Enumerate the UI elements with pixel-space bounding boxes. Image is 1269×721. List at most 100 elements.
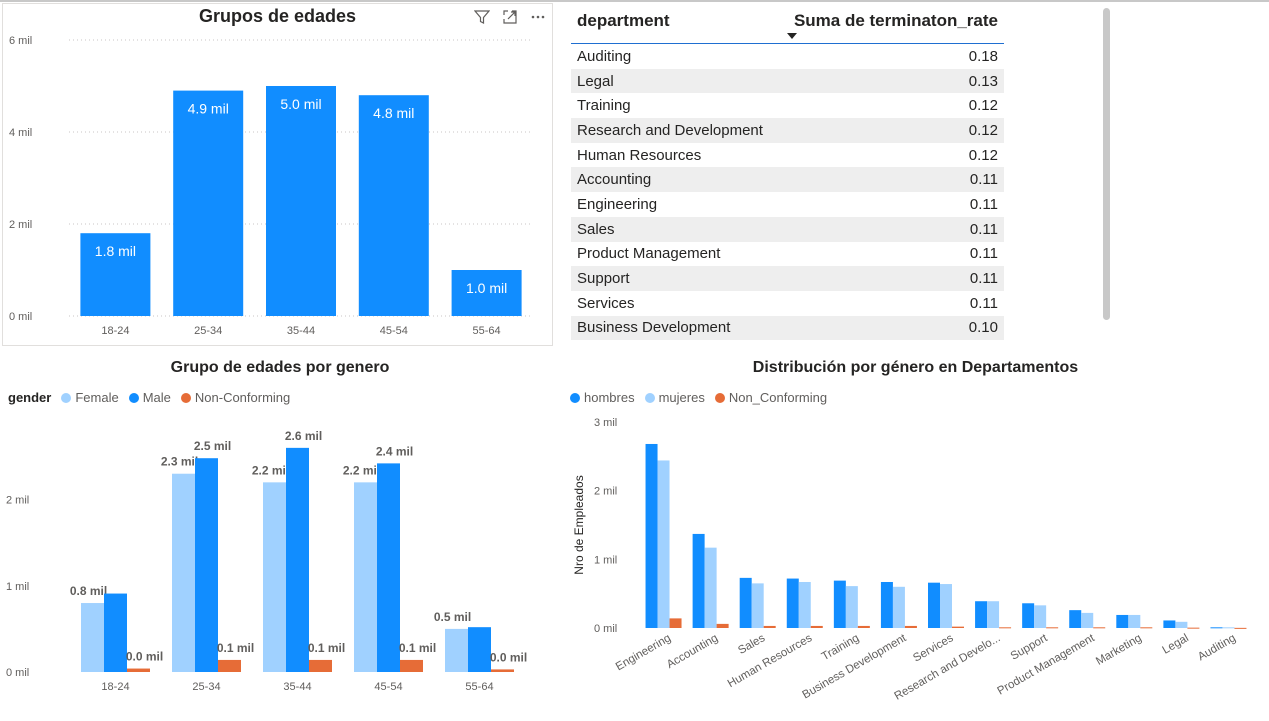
department-cell: Support bbox=[577, 270, 630, 288]
x-tick-label: 45-54 bbox=[374, 681, 402, 693]
bar-female bbox=[445, 628, 468, 672]
table-row[interactable]: Sales 0.11 bbox=[571, 216, 1004, 242]
bar-non_conforming bbox=[904, 625, 917, 628]
bar-hombres bbox=[833, 580, 846, 628]
bar-data-label: 0.0 mil bbox=[126, 650, 163, 664]
bar-hombres bbox=[1163, 620, 1176, 628]
y-tick-label: 2 mil bbox=[6, 495, 29, 507]
table-row[interactable]: Human Resources 0.12 bbox=[571, 142, 1004, 168]
bar-mujeres bbox=[845, 586, 858, 628]
y-tick-label: 0 mil bbox=[6, 667, 29, 679]
bar-male bbox=[195, 458, 218, 672]
column-header-department[interactable]: department bbox=[571, 3, 794, 43]
bar-non_conforming bbox=[716, 623, 729, 628]
y-tick-label: 4 mil bbox=[9, 127, 32, 139]
department-cell: Sales bbox=[577, 220, 615, 238]
x-tick-label: Engineering bbox=[614, 632, 673, 673]
bar-data-label: 2.2 mil bbox=[252, 463, 289, 477]
bar-non_conforming bbox=[1046, 627, 1059, 629]
department-cell: Training bbox=[577, 97, 631, 115]
bar-mujeres bbox=[798, 581, 811, 628]
bar-mujeres bbox=[751, 583, 764, 628]
table-row[interactable]: Engineering 0.11 bbox=[571, 192, 1004, 217]
y-tick-label: 6 mil bbox=[9, 35, 32, 47]
age-groups-visual[interactable]: Grupos de edades 0 mil 2 mil 4 mil 6 mil 1.8… bbox=[2, 3, 553, 346]
bar-data-label: 0.0 mil bbox=[490, 650, 527, 664]
table-row[interactable]: Accounting 0.11 bbox=[571, 167, 1004, 193]
table-header: department Suma de terminaton_rate bbox=[571, 3, 1004, 44]
table-row[interactable]: Auditing 0.18 bbox=[571, 44, 1004, 69]
bar-hombres bbox=[739, 577, 752, 628]
top-border bbox=[0, 0, 1269, 2]
termination-rate-cell: 0.10 bbox=[968, 319, 998, 337]
department-gender-visual[interactable]: Distribución por género en Departamentos… bbox=[562, 352, 1269, 721]
termination-rate-cell: 0.12 bbox=[968, 121, 998, 139]
age-gender-visual[interactable]: Grupo de edades por genero gender Female… bbox=[0, 352, 560, 721]
x-tick-label: 35-44 bbox=[283, 681, 311, 693]
y-tick-label: 0 mil bbox=[9, 311, 32, 323]
x-tick-label: Sales bbox=[736, 632, 767, 657]
bar-non_conforming bbox=[810, 625, 823, 628]
bar-mujeres bbox=[704, 547, 717, 628]
bar-hombres bbox=[928, 582, 940, 628]
bar-non_conforming bbox=[952, 626, 964, 628]
bar-mujeres bbox=[1034, 605, 1047, 628]
department-cell: Product Management bbox=[577, 245, 721, 263]
bar-data-label: 2.3 mil bbox=[161, 455, 198, 469]
table-row[interactable]: Product Management 0.11 bbox=[571, 241, 1004, 267]
table-row[interactable]: Business Development 0.10 bbox=[571, 315, 1004, 341]
bar-mujeres bbox=[1222, 627, 1235, 629]
bar-non-conforming bbox=[218, 659, 241, 672]
department-cell: Services bbox=[577, 294, 635, 312]
bar-hombres bbox=[880, 581, 893, 628]
department-cell: Legal bbox=[577, 72, 614, 90]
bar-mujeres bbox=[940, 584, 952, 628]
bar-mujeres bbox=[987, 601, 1000, 628]
bar bbox=[358, 95, 429, 316]
y-tick-label: 0 mil bbox=[594, 623, 617, 635]
table-row[interactable]: Research and Development 0.12 bbox=[571, 118, 1004, 143]
x-tick-label: 18-24 bbox=[101, 325, 129, 337]
bar-data-label: 4.8 mil bbox=[373, 105, 414, 121]
bar-mujeres bbox=[1175, 621, 1188, 628]
y-tick-label: 1 mil bbox=[6, 581, 29, 593]
bar-data-label: 0.1 mil bbox=[217, 641, 254, 655]
termination-rate-cell: 0.11 bbox=[969, 171, 998, 189]
x-tick-label: 55-64 bbox=[473, 325, 501, 337]
bar-female bbox=[354, 482, 377, 672]
sort-descending-icon[interactable] bbox=[787, 33, 797, 39]
y-tick-label: 2 mil bbox=[9, 219, 32, 231]
column-header-termination-rate[interactable]: Suma de terminaton_rate bbox=[794, 3, 1004, 43]
bar-non_conforming bbox=[669, 618, 682, 628]
table-scrollbar[interactable] bbox=[1103, 8, 1110, 320]
bar-data-label: 2.4 mil bbox=[376, 444, 413, 458]
bar-hombres bbox=[1116, 614, 1129, 628]
bar-non_conforming bbox=[1234, 627, 1247, 629]
bar-hombres bbox=[645, 443, 658, 628]
bar-female bbox=[263, 482, 286, 672]
x-tick-label: Auditing bbox=[1196, 632, 1238, 663]
termination-rate-table: department Suma de terminaton_rate Audit… bbox=[571, 3, 1004, 341]
table-body: Auditing 0.18 Legal 0.13 Training 0.12 Researc… bbox=[571, 44, 1004, 341]
termination-rate-cell: 0.18 bbox=[968, 47, 998, 65]
x-tick-label: Legal bbox=[1161, 632, 1191, 656]
bar-female bbox=[172, 473, 195, 672]
table-row[interactable]: Training 0.12 bbox=[571, 93, 1004, 119]
table-row[interactable]: Legal 0.13 bbox=[571, 68, 1004, 94]
y-tick-label: 1 mil bbox=[594, 554, 617, 566]
table-row[interactable]: Services 0.11 bbox=[571, 290, 1004, 316]
bar-male bbox=[286, 447, 309, 672]
department-cell: Accounting bbox=[577, 171, 652, 189]
x-tick-label: 18-24 bbox=[101, 681, 129, 693]
termination-rate-table-visual[interactable]: department Suma de terminaton_rate Audit… bbox=[570, 3, 1115, 346]
x-tick-label: 25-34 bbox=[192, 681, 220, 693]
table-row[interactable]: Support 0.11 bbox=[571, 266, 1004, 291]
bar-mujeres bbox=[1081, 612, 1094, 628]
bar bbox=[266, 86, 336, 316]
y-axis-title: Nro de Empleados bbox=[572, 475, 586, 574]
bar-non-conforming bbox=[491, 669, 514, 672]
termination-rate-cell: 0.11 bbox=[969, 220, 998, 238]
x-tick-label: Human Resources bbox=[726, 632, 815, 690]
bar-non_conforming bbox=[1187, 627, 1200, 629]
termination-rate-cell: 0.11 bbox=[969, 245, 998, 263]
